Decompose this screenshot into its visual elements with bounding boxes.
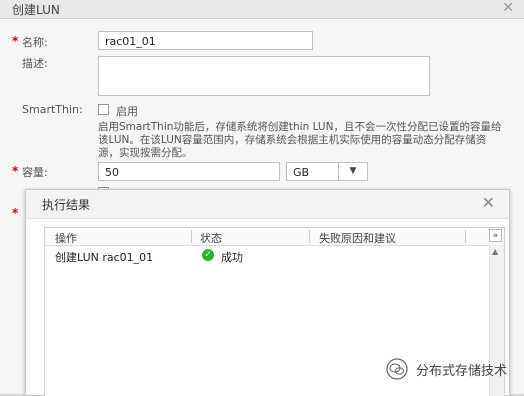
table-header: 操作 状态 失败原因和建议 » bbox=[45, 228, 504, 246]
description-textarea[interactable] bbox=[98, 56, 430, 96]
popup-title: 执行结果 bbox=[42, 198, 91, 212]
required-mark: * bbox=[12, 164, 19, 178]
check-circle-icon: ✓ bbox=[202, 249, 214, 261]
smartthin-checkbox[interactable] bbox=[98, 104, 109, 115]
wechat-logo-icon bbox=[386, 358, 408, 380]
table-row[interactable]: 创建LUN rac01_01 ✓ 成功 bbox=[45, 245, 488, 267]
smartthin-label: SmartThin: bbox=[22, 103, 83, 116]
column-divider bbox=[191, 230, 192, 243]
required-mark: * bbox=[12, 206, 19, 220]
close-icon[interactable]: ✕ bbox=[502, 0, 514, 16]
column-header-status[interactable]: 状态 bbox=[200, 230, 222, 246]
name-label: 名称: bbox=[22, 36, 48, 49]
close-icon[interactable]: ✕ bbox=[482, 193, 495, 212]
column-header-reason[interactable]: 失败原因和建议 bbox=[319, 230, 396, 246]
operation-cell: 创建LUN rac01_01 bbox=[55, 251, 154, 264]
chevron-down-icon: ▼ bbox=[338, 163, 367, 180]
column-divider bbox=[465, 230, 466, 243]
watermark: 分布式存储技术 bbox=[386, 358, 516, 382]
required-mark: * bbox=[12, 34, 19, 48]
double-chevron-down-icon[interactable]: » bbox=[489, 229, 502, 242]
capacity-input[interactable]: 50 bbox=[98, 162, 280, 181]
smartthin-checkbox-label: 启用 bbox=[116, 105, 138, 118]
name-input-value: rac01_01 bbox=[105, 35, 156, 48]
status-cell: 成功 bbox=[221, 251, 243, 264]
smartthin-hint: 启用SmartThin功能后，存储系统将创建thin LUN，且不会一次性分配已… bbox=[98, 121, 502, 159]
scroll-up-icon[interactable]: ▲ bbox=[492, 247, 498, 256]
column-divider bbox=[309, 230, 310, 243]
dialog-title: 创建LUN bbox=[12, 3, 60, 17]
capacity-unit-select[interactable]: GB ▼ bbox=[286, 162, 368, 181]
column-header-operation[interactable]: 操作 bbox=[55, 230, 77, 246]
description-label: 描述: bbox=[22, 57, 48, 70]
capacity-value: 50 bbox=[105, 166, 119, 179]
name-input[interactable]: rac01_01 bbox=[98, 31, 313, 50]
capacity-label: 容量: bbox=[22, 166, 48, 179]
dialog-header: 创建LUN ✕ bbox=[0, 0, 524, 19]
watermark-text: 分布式存储技术 bbox=[416, 364, 508, 379]
popup-header: 执行结果 ✕ bbox=[26, 190, 509, 219]
capacity-unit-value: GB bbox=[293, 166, 310, 179]
